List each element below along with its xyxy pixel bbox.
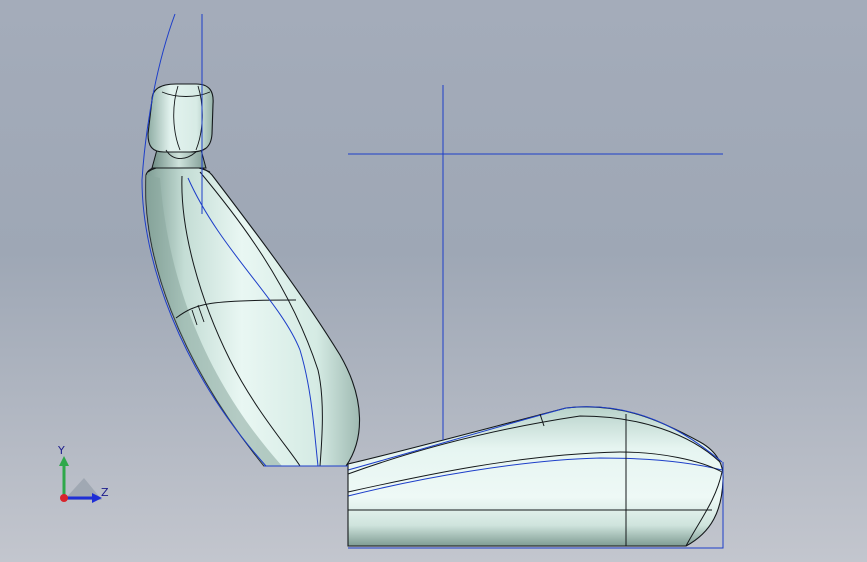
seat-model-view[interactable] xyxy=(0,0,867,562)
triad-axes xyxy=(59,456,102,503)
triad-y-label: Y xyxy=(58,444,65,457)
cushion-surface xyxy=(347,406,724,547)
triad-y-arrow xyxy=(59,456,69,466)
graphics-viewport[interactable]: Y Z xyxy=(0,0,867,562)
triad-z-label: Z xyxy=(101,486,109,499)
seat-cushion[interactable] xyxy=(347,406,724,547)
triad-x-axis xyxy=(60,494,68,502)
headrest[interactable] xyxy=(147,83,214,169)
view-orientation-triad[interactable]: Y Z xyxy=(44,440,124,520)
seat-backrest[interactable] xyxy=(145,163,361,467)
